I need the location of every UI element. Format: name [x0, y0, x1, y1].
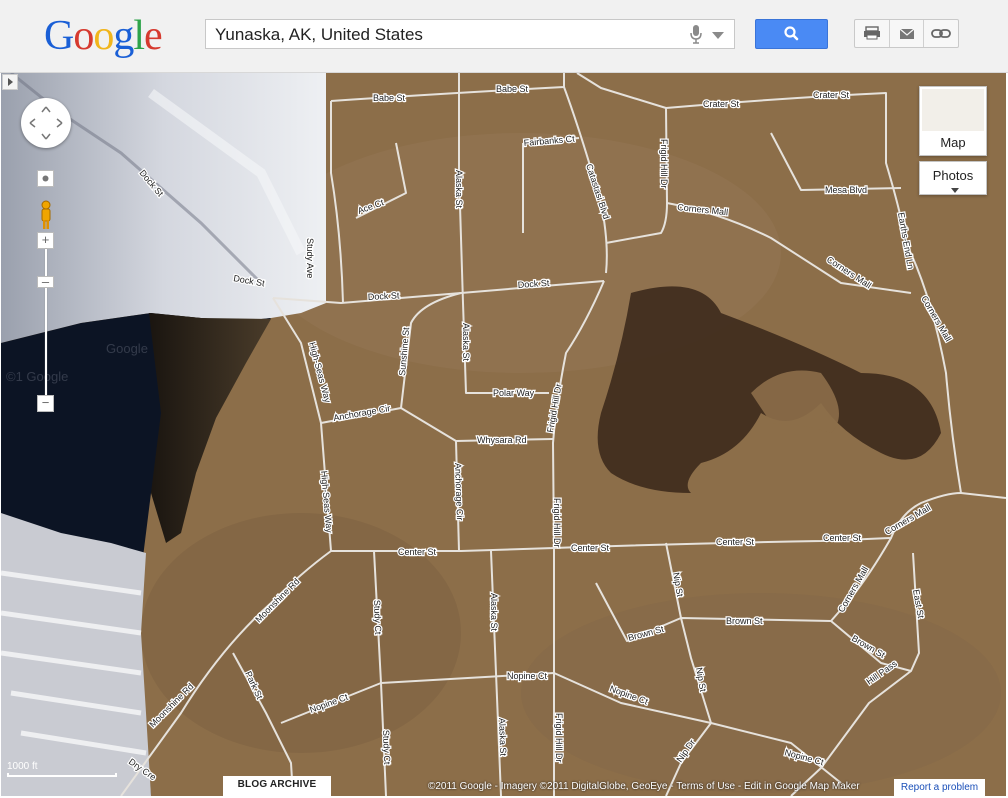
svg-text:Babe St: Babe St: [496, 84, 529, 94]
svg-text:Study Ct: Study Ct: [381, 730, 392, 765]
scale-bar: [7, 773, 117, 777]
reset-view-button[interactable]: [37, 170, 54, 187]
map-imagery: Babe St Babe St Crater St Crater St Fair…: [1, 73, 1006, 796]
svg-text:©1 Google: ©1 Google: [6, 369, 68, 384]
svg-text:Polar Way: Polar Way: [493, 388, 535, 398]
photos-button[interactable]: Photos: [919, 161, 987, 195]
zoom-slider-track[interactable]: [45, 249, 47, 397]
link-icon: [931, 29, 952, 38]
google-logo[interactable]: Google: [44, 12, 163, 60]
svg-text:Google: Google: [106, 341, 148, 356]
svg-text:Whysara Rd: Whysara Rd: [477, 435, 527, 445]
svg-text:Crater St: Crater St: [703, 99, 740, 109]
svg-text:Center St: Center St: [571, 543, 610, 553]
svg-text:Alaska St: Alaska St: [489, 593, 499, 632]
map-thumbnail: [922, 89, 984, 131]
report-problem-link[interactable]: Report a problem: [894, 779, 985, 796]
svg-text:Crater St: Crater St: [813, 90, 850, 100]
print-button[interactable]: [855, 20, 890, 47]
zoom-out-button[interactable]: −: [37, 395, 54, 412]
zoom-slider-handle[interactable]: –: [37, 275, 54, 288]
blog-archive-link[interactable]: BLOG ARCHIVE: [223, 776, 331, 796]
svg-text:Nopine Ct: Nopine Ct: [507, 671, 548, 681]
dot-icon: [42, 175, 49, 182]
svg-text:Center St: Center St: [398, 547, 437, 557]
map-type-button[interactable]: Map: [919, 86, 987, 156]
scale-label: 1000 ft: [7, 761, 38, 772]
attribution-text: ©2011 Google - Imagery ©2011 DigitalGlob…: [428, 781, 860, 792]
svg-text:Mesa Blvd: Mesa Blvd: [825, 185, 867, 195]
microphone-icon[interactable]: [690, 25, 702, 45]
search-box[interactable]: [205, 19, 735, 49]
magnifier-icon: [784, 26, 799, 41]
svg-text:Center St: Center St: [823, 533, 862, 543]
svg-text:Alaska St: Alaska St: [454, 170, 464, 209]
svg-text:Center St: Center St: [716, 537, 755, 547]
svg-text:Alaska St: Alaska St: [461, 323, 471, 362]
pan-control[interactable]: [21, 98, 71, 148]
email-button[interactable]: [890, 20, 925, 47]
pan-arrows-icon: [29, 106, 63, 140]
print-icon: [864, 26, 880, 40]
toolbar: [854, 19, 959, 48]
svg-text:Alaska St: Alaska St: [497, 718, 508, 757]
svg-text:Babe St: Babe St: [373, 93, 406, 103]
svg-text:Frigid Hill Dr: Frigid Hill Dr: [659, 139, 669, 189]
side-panel-toggle[interactable]: [2, 74, 18, 90]
map-type-label: Map: [940, 135, 966, 150]
search-input[interactable]: [213, 24, 687, 46]
link-button[interactable]: [924, 20, 958, 47]
zoom-in-button[interactable]: +: [37, 232, 54, 249]
svg-text:Study Ct: Study Ct: [372, 600, 383, 635]
chevron-down-icon: [951, 188, 959, 193]
svg-text:Brown St: Brown St: [726, 616, 763, 626]
svg-text:Frigid Hill Dr: Frigid Hill Dr: [554, 713, 564, 763]
pegman-icon[interactable]: [39, 200, 53, 230]
email-icon: [899, 28, 915, 39]
svg-text:Anchorage Cir: Anchorage Cir: [453, 463, 465, 521]
svg-text:Study Ave: Study Ave: [305, 238, 315, 278]
top-bar: Google: [0, 0, 1008, 73]
search-dropdown-arrow-icon[interactable]: [712, 32, 724, 39]
svg-text:Dock St: Dock St: [368, 290, 400, 302]
arrow-right-icon: [8, 78, 13, 86]
search-button[interactable]: [755, 19, 828, 49]
photos-label: Photos: [932, 168, 974, 183]
svg-text:Frigid Hill Dr: Frigid Hill Dr: [552, 498, 562, 548]
satellite-map[interactable]: Babe St Babe St Crater St Crater St Fair…: [1, 73, 1006, 796]
